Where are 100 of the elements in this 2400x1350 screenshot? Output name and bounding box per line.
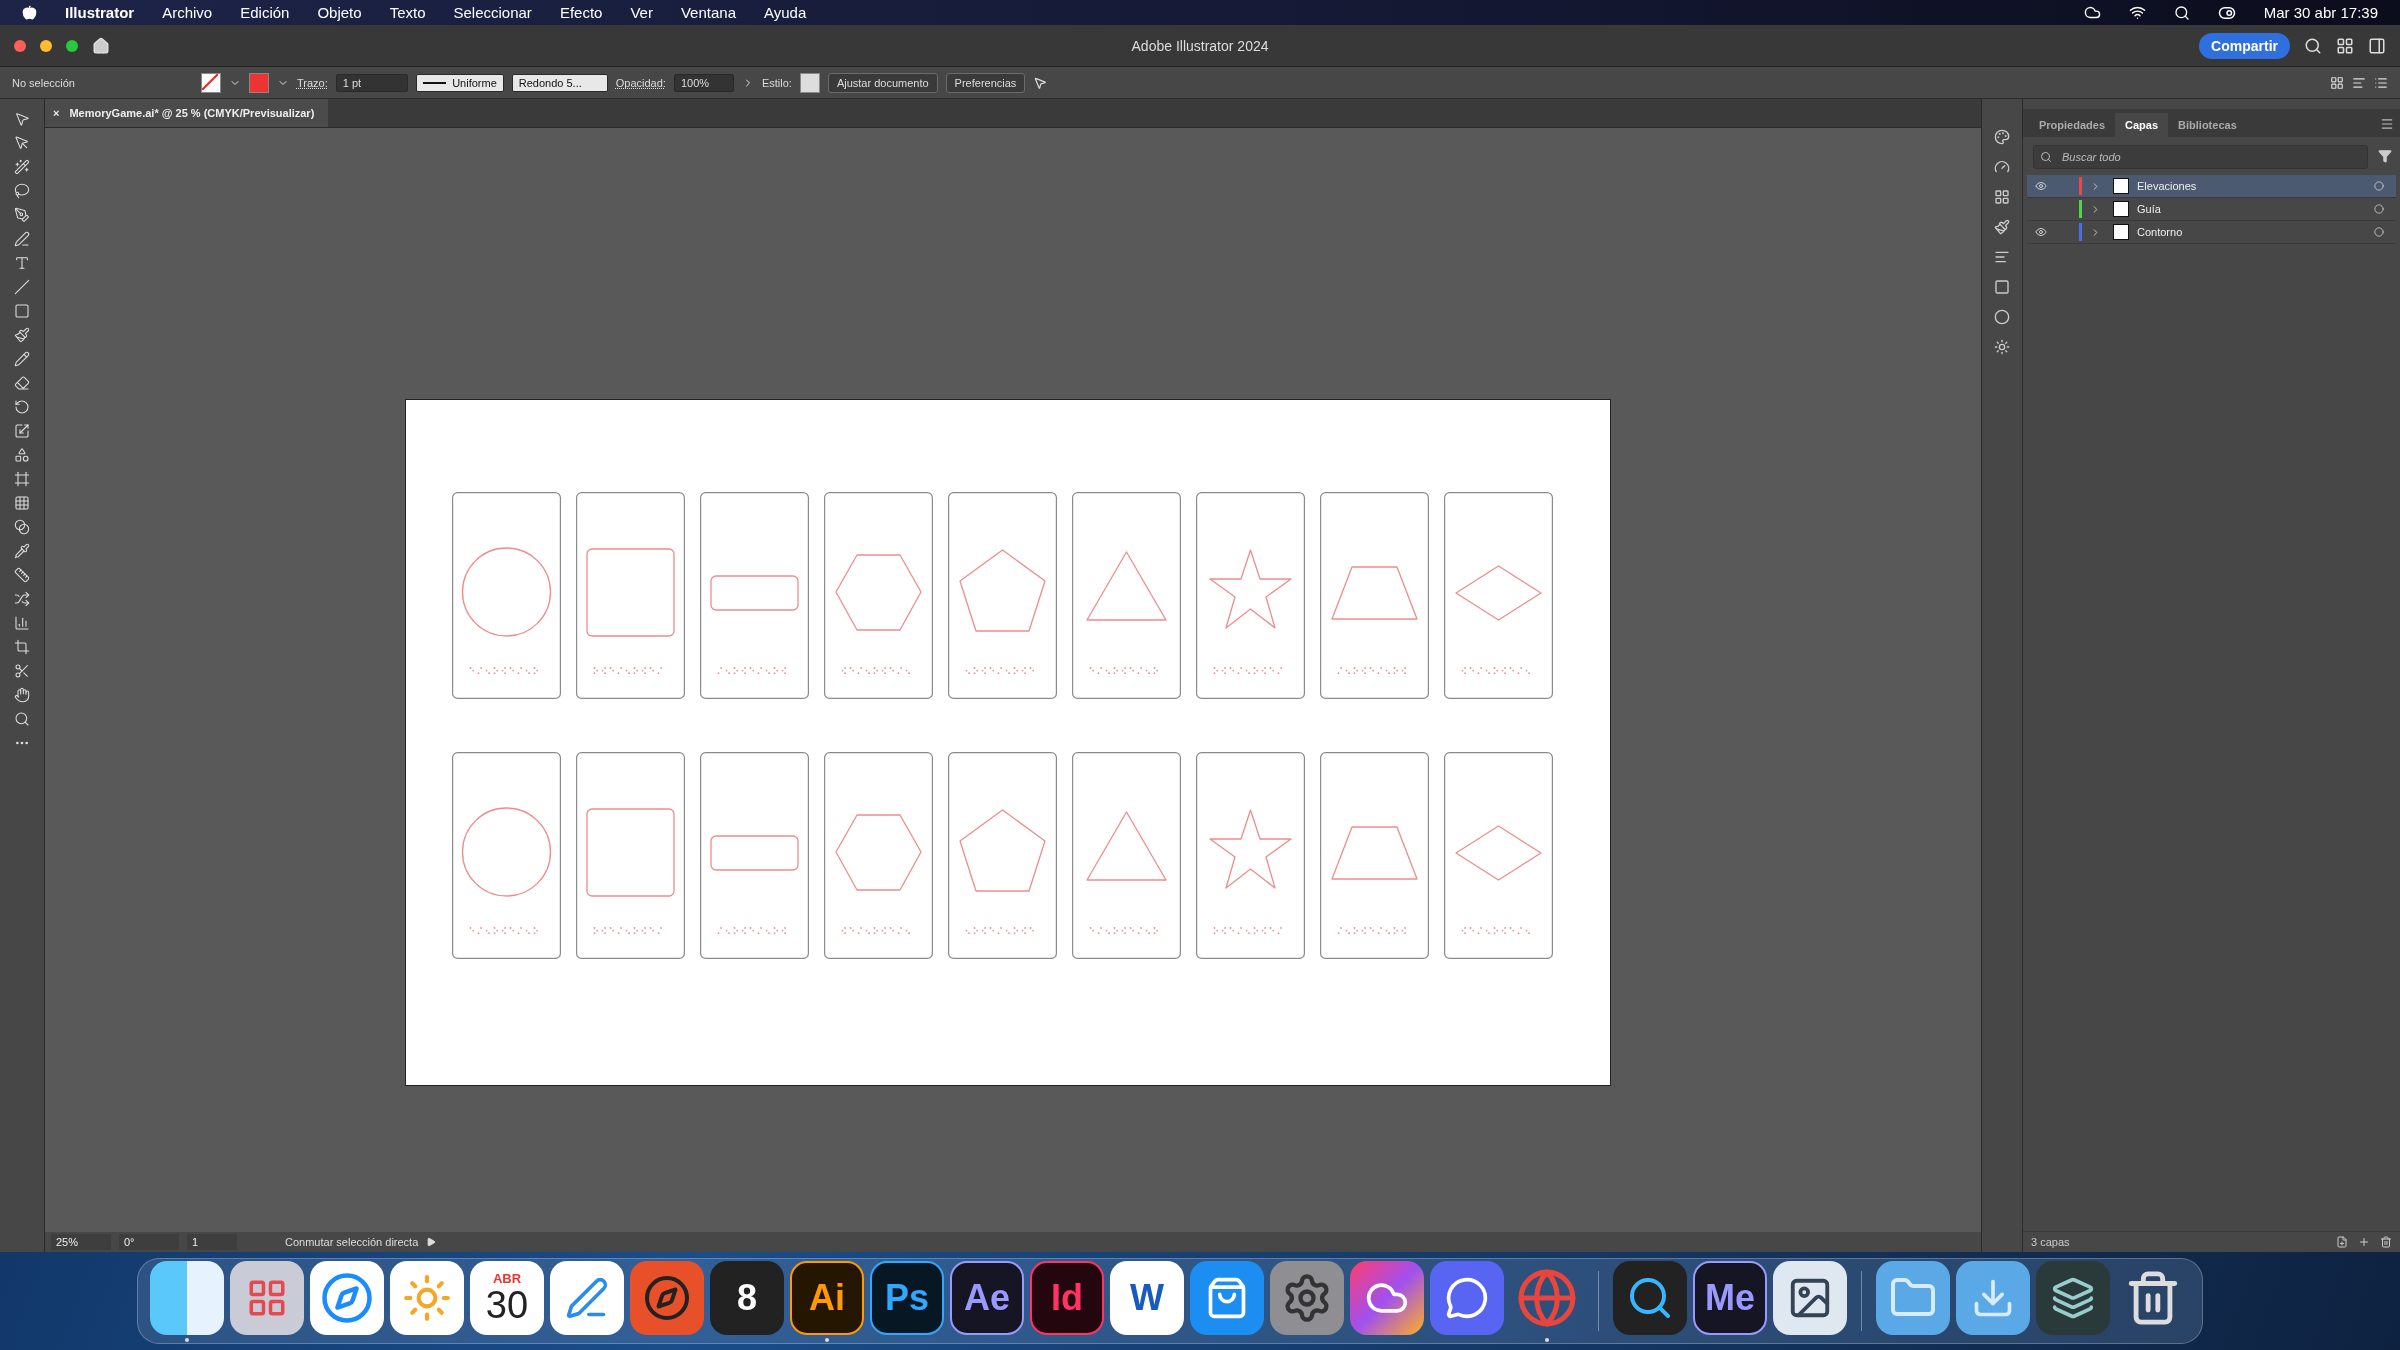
freeform-app-icon[interactable] [550, 1260, 624, 1335]
layer-row[interactable]: Guía [2027, 198, 2396, 221]
search-icon[interactable] [2173, 4, 2190, 21]
stroke-weight-field[interactable]: 1 pt [335, 73, 408, 92]
selection-tool-icon[interactable] [14, 111, 30, 127]
close-tab-button[interactable]: × [53, 107, 60, 119]
menu-item[interactable]: Archivo [162, 4, 213, 21]
document-tab[interactable]: × MemoryGame.ai* @ 25 % (CMYK/Previsualizar) [45, 99, 329, 127]
launchpad-app-icon[interactable] [230, 1260, 304, 1335]
finder-app-icon[interactable] [150, 1260, 224, 1335]
pencil-tool-icon[interactable] [14, 351, 30, 367]
wifi-icon[interactable] [2128, 4, 2146, 21]
zoom-field[interactable]: 25% [51, 1234, 111, 1250]
eyedropper-tool-icon[interactable] [14, 543, 30, 559]
graphic-style-swatch[interactable] [799, 72, 820, 93]
calendar-app-icon[interactable]: ABR 30 [470, 1260, 544, 1335]
app-icon[interactable]: Ae [950, 1260, 1024, 1335]
artboard-tool-icon[interactable] [14, 639, 30, 655]
layer-row[interactable]: Contorno [2027, 221, 2396, 244]
app-menu[interactable]: Illustrator [65, 4, 135, 21]
pen-tool-icon[interactable] [14, 207, 30, 223]
menu-item[interactable]: Texto [389, 4, 426, 21]
fill-none-swatch[interactable] [201, 72, 221, 93]
app-icon[interactable]: Id [1030, 1260, 1104, 1335]
eraser-tool-icon[interactable] [14, 375, 30, 391]
menu-item[interactable]: Seleccionar [453, 4, 532, 21]
graph-tool-icon[interactable] [14, 615, 30, 631]
menu-item[interactable]: Ayuda [764, 4, 807, 21]
menu-item[interactable]: Ventana [680, 4, 736, 21]
toolbar-button[interactable]: Ajustar documento [827, 72, 938, 93]
line-tool-icon[interactable] [14, 279, 30, 295]
artboard-number-field[interactable]: 1 [187, 1234, 237, 1250]
stroke-panel-icon[interactable] [1994, 249, 2010, 265]
settings-icon[interactable] [1270, 1260, 1344, 1335]
color-panel-icon[interactable] [1994, 129, 2010, 145]
downloads-folder-icon[interactable] [1956, 1260, 2030, 1335]
creative-cloud-icon[interactable] [2083, 4, 2101, 21]
creative-cloud-app-icon[interactable] [1350, 1260, 1424, 1335]
brushes-panel-icon[interactable] [1994, 219, 2010, 235]
panel-layout-icon[interactable] [2368, 36, 2386, 55]
hand-tool-icon[interactable] [14, 687, 30, 703]
app-icon[interactable]: Me [1693, 1260, 1767, 1335]
lasso-tool-icon[interactable] [14, 183, 30, 199]
scale-tool-icon[interactable] [14, 423, 30, 439]
delete-icon[interactable] [2380, 1236, 2392, 1248]
share-button[interactable]: Compartir [2199, 32, 2290, 59]
app-icon[interactable]: Ps [870, 1260, 944, 1335]
menu-item[interactable]: Ver [630, 4, 653, 21]
search-icon[interactable] [2304, 36, 2322, 55]
panel-tab[interactable]: Propiedades [2029, 113, 2116, 137]
word-app-icon[interactable]: W [1110, 1260, 1184, 1335]
zoom-tool-icon[interactable] [14, 711, 30, 727]
slice-tool-icon[interactable] [14, 663, 30, 679]
app-icon[interactable]: Ai [790, 1260, 864, 1335]
mesh-tool-icon[interactable] [14, 495, 30, 511]
safari-app-icon[interactable] [310, 1260, 384, 1335]
target-icon[interactable] [2374, 227, 2384, 237]
search-input[interactable]: Buscar todo [2060, 150, 2361, 164]
grid-panel-icon[interactable] [1994, 189, 2010, 205]
magic-wand-tool-icon[interactable] [14, 159, 30, 175]
folder-icon[interactable] [1876, 1260, 1950, 1335]
appearance-panel-icon[interactable] [1994, 339, 2010, 355]
close-window-button[interactable] [14, 39, 26, 52]
preview-app-icon[interactable] [1773, 1260, 1847, 1335]
eye-icon[interactable] [2035, 180, 2047, 192]
photos-app-icon[interactable] [390, 1260, 464, 1335]
eye-icon[interactable] [2035, 226, 2047, 238]
rectangle-tool-icon[interactable] [14, 303, 30, 319]
rotation-field[interactable]: 0° [119, 1234, 179, 1250]
filter-icon[interactable] [2378, 149, 2392, 163]
rotate-tool-icon[interactable] [14, 399, 30, 415]
measure-tool-icon[interactable] [14, 567, 30, 583]
discord-app-icon[interactable] [1430, 1260, 1504, 1335]
toolbar-button[interactable]: Preferencias [945, 72, 1026, 93]
shape-builder-tool-icon[interactable] [14, 447, 30, 463]
home-icon[interactable] [92, 36, 110, 55]
curvature-tool-icon[interactable] [14, 231, 30, 247]
target-icon[interactable] [2374, 181, 2384, 191]
type-tool-icon[interactable] [14, 255, 30, 271]
opacity-field[interactable]: 100% [673, 73, 734, 92]
menu-item[interactable]: Objeto [317, 4, 362, 21]
new-layer-icon[interactable] [2358, 1236, 2370, 1248]
app-store-icon[interactable] [1190, 1260, 1264, 1335]
search-field[interactable]: Buscar todo [2033, 145, 2368, 169]
menu-item[interactable]: Edición [240, 4, 290, 21]
target-icon[interactable] [2374, 204, 2384, 214]
panel-tab[interactable]: Capas [2115, 113, 2169, 137]
workspace-icon[interactable] [2336, 36, 2354, 55]
select-similar-icon[interactable] [1033, 75, 1048, 90]
rhino-app-icon[interactable]: 8 [710, 1260, 784, 1335]
paintbrush-tool-icon[interactable] [14, 327, 30, 343]
apple-menu-icon[interactable] [22, 5, 37, 20]
play-icon[interactable] [426, 1237, 437, 1247]
new-sublayer-icon[interactable] [2336, 1236, 2348, 1248]
stroke-swatch[interactable] [249, 72, 269, 93]
zoom-window-button[interactable] [66, 39, 78, 52]
stroke-profile-dropdown[interactable]: Uniforme [415, 73, 504, 92]
compass-app-icon[interactable] [630, 1260, 704, 1335]
minimize-window-button[interactable] [40, 39, 52, 52]
brush-dropdown[interactable]: Redondo 5... [511, 73, 608, 92]
